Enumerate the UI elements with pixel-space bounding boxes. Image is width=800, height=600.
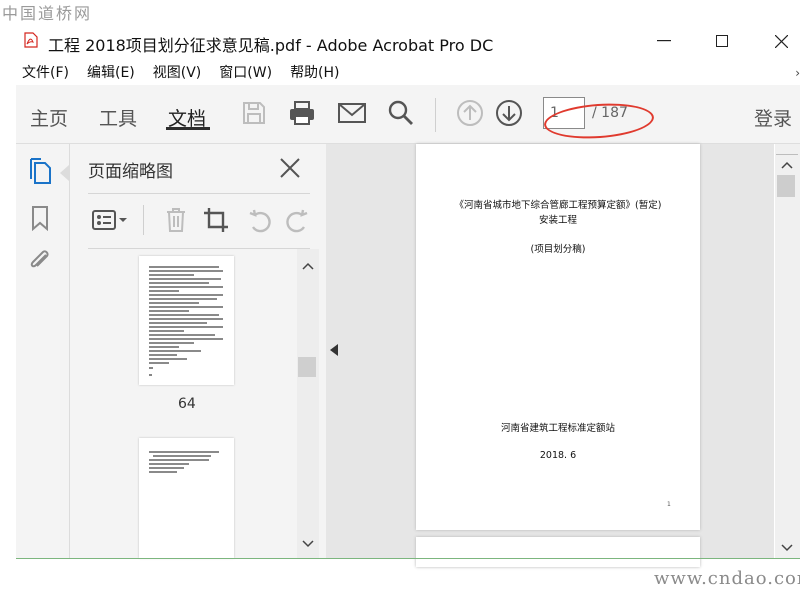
thumbnail-page-label: 64 — [178, 396, 196, 412]
doc-organization: 河南省建筑工程标准定额站 — [500, 423, 615, 434]
redo-icon[interactable] — [284, 204, 310, 236]
maximize-button[interactable] — [699, 26, 745, 56]
attachment-icon[interactable] — [26, 246, 54, 276]
page-thumbnail[interactable] — [139, 256, 234, 385]
scroll-up-icon[interactable] — [299, 259, 317, 273]
window-bottom-border — [16, 558, 800, 559]
doc-page-mark: 1 — [667, 501, 671, 508]
thumbnail-scrollbar[interactable] — [297, 249, 319, 558]
tab-home[interactable]: 主页 — [30, 104, 68, 131]
pdf-file-icon — [24, 32, 38, 48]
menu-window[interactable]: 窗口(W) — [219, 62, 272, 84]
print-icon[interactable] — [286, 97, 318, 129]
close-window-button[interactable] — [758, 26, 800, 56]
doc-date: 2018. 6 — [539, 450, 577, 461]
panel-tool-separator — [143, 205, 144, 235]
save-icon[interactable] — [238, 97, 270, 129]
close-icon[interactable] — [276, 154, 304, 182]
page-up-icon[interactable] — [454, 97, 486, 129]
doc-scroll-down-icon[interactable] — [778, 541, 796, 555]
menu-help[interactable]: 帮助(H) — [290, 62, 339, 84]
doc-draft-note: (项目划分稿) — [530, 244, 586, 255]
menu-file[interactable]: 文件(F) — [22, 62, 69, 84]
tab-tools[interactable]: 工具 — [99, 104, 137, 131]
rail-active-pointer — [60, 165, 69, 181]
scroll-down-icon[interactable] — [299, 537, 317, 551]
menu-edit[interactable]: 编辑(E) — [87, 62, 135, 84]
page-down-icon[interactable] — [493, 97, 525, 129]
scrollbar-top-cap — [776, 144, 798, 155]
active-tab-indicator — [166, 127, 210, 130]
thumbnail-scroll-handle[interactable] — [298, 357, 316, 377]
minimize-button[interactable] — [641, 26, 687, 56]
page-thumbnails-icon[interactable] — [26, 157, 54, 187]
document-scrollbar[interactable] — [775, 144, 800, 558]
pdf-page-next — [416, 537, 700, 567]
watermark-bottom: www.cndao.com — [654, 568, 800, 589]
crop-icon[interactable] — [200, 204, 232, 236]
document-scroll-handle[interactable] — [777, 175, 795, 197]
doc-scroll-up-icon[interactable] — [778, 158, 796, 172]
menu-view[interactable]: 视图(V) — [153, 62, 202, 84]
toolbar-separator — [435, 98, 436, 132]
doc-title-line: 《河南省城市地下综合管廊工程预算定额》(暂定) — [454, 200, 662, 211]
collapse-panel-icon[interactable] — [330, 344, 338, 356]
email-icon[interactable] — [336, 97, 368, 129]
page-thumbnail[interactable] — [139, 438, 234, 558]
panel-divider — [88, 193, 310, 194]
doc-subtitle-line: 安装工程 — [538, 215, 577, 226]
window-title: 工程 2018项目划分征求意见稿.pdf - Adobe Acrobat Pro… — [48, 36, 494, 55]
login-button[interactable]: 登录 — [754, 104, 792, 131]
menu-overflow-icon[interactable]: › — [795, 62, 800, 84]
panel-title: 页面缩略图 — [88, 162, 173, 182]
undo-icon[interactable] — [244, 204, 276, 236]
thumbnail-options-icon[interactable] — [90, 204, 130, 236]
search-icon[interactable] — [385, 97, 417, 129]
delete-icon[interactable] — [160, 204, 192, 236]
bookmark-icon[interactable] — [26, 203, 54, 233]
menu-bar: 文件(F) 编辑(E) 视图(V) 窗口(W) 帮助(H) — [0, 62, 800, 84]
watermark-top: 中国道桥网 — [2, 4, 93, 23]
